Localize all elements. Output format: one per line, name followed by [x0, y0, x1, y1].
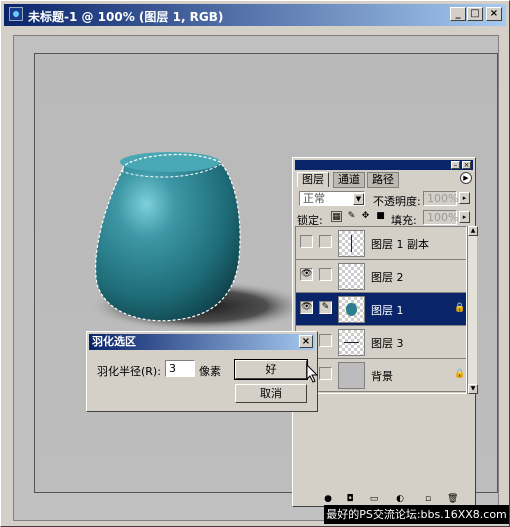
link-toggle[interactable]	[319, 367, 332, 380]
tab-paths[interactable]: 路径	[367, 172, 399, 188]
blend-mode-value: 正常	[303, 192, 325, 205]
cancel-button[interactable]: 取消	[235, 384, 307, 403]
tab-layers[interactable]: 图层	[297, 172, 329, 187]
dialog-titlebar[interactable]: 羽化选区 ×	[89, 334, 315, 350]
adjustment-layer-icon[interactable]: ◐	[395, 494, 405, 504]
layer-name: 图层 1	[371, 304, 404, 317]
lock-icon: 🔒	[454, 369, 466, 379]
dialog-title: 羽化选区	[92, 335, 136, 348]
link-toggle[interactable]	[319, 268, 332, 281]
opacity-label: 不透明度:	[373, 195, 421, 208]
close-button[interactable]: ×	[486, 7, 502, 21]
layer-row-background[interactable]: 背景 🔒	[296, 359, 466, 392]
forum-watermark: 最好的PS交流论坛:bbs.16XX8.com	[324, 505, 509, 524]
layer-row-layer1-copy[interactable]: 图层 1 副本	[296, 227, 466, 260]
document-title: 未标题-1 @ 100% (图层 1, RGB)	[28, 10, 224, 24]
ok-button[interactable]: 好	[234, 359, 308, 380]
layer-row-layer3[interactable]: 图层 3	[296, 326, 466, 359]
layer-name: 图层 1 副本	[371, 238, 429, 251]
lock-move-icon[interactable]: ✥	[360, 211, 371, 222]
layer-row-layer2[interactable]: 👁 图层 2	[296, 260, 466, 293]
dialog-close-button[interactable]: ×	[299, 335, 313, 348]
layer-thumbnail	[338, 263, 365, 290]
link-toggle[interactable]	[319, 334, 332, 347]
lock-all-icon[interactable]: ■	[375, 211, 386, 222]
maximize-button[interactable]: □	[467, 7, 483, 21]
brush-icon[interactable]: ✎	[319, 301, 332, 314]
fill-input[interactable]: 100%	[423, 210, 458, 225]
layer-list-scrollbar[interactable]: ▲ ▼	[467, 226, 478, 394]
scroll-up-icon[interactable]: ▲	[468, 226, 478, 236]
photoshop-document-icon	[9, 7, 23, 21]
minimize-button[interactable]: _	[450, 7, 466, 21]
panel-menu-arrow-icon[interactable]: ▶	[460, 172, 472, 184]
lock-brush-icon[interactable]: ✎	[346, 211, 357, 222]
layers-panel-footer: ● ◘ ▭ ◐ ▫ 🗑	[295, 492, 475, 506]
trash-icon[interactable]: 🗑	[447, 494, 458, 504]
feather-selection-dialog: 羽化选区 × 羽化半径(R): 3 像素 好 取消	[86, 331, 319, 412]
layers-panel: – × 图层 通道 路径 ▶ 正常 ▼ 不透明度: 100% ▸ 锁定: ▦ ✎…	[292, 157, 478, 507]
new-set-icon[interactable]: ▭	[369, 494, 379, 504]
panel-minimize-button[interactable]: –	[451, 161, 460, 169]
layer-row-layer1[interactable]: 👁 ✎ 图层 1 🔒	[296, 293, 466, 326]
layer-thumbnail	[338, 230, 365, 257]
layers-panel-titlebar[interactable]: – ×	[295, 160, 473, 170]
mouse-cursor-icon	[306, 364, 319, 383]
layer-thumbnail	[338, 362, 365, 389]
layer-mask-icon[interactable]: ◘	[345, 494, 355, 504]
visibility-toggle[interactable]	[300, 235, 313, 248]
layer-name: 图层 2	[371, 271, 404, 284]
unit-label: 像素	[199, 365, 221, 378]
panel-close-button[interactable]: ×	[462, 161, 471, 169]
layer-thumbnail	[338, 296, 365, 323]
document-titlebar[interactable]: 未标题-1 @ 100% (图层 1, RGB) _ □ ×	[4, 4, 506, 26]
opacity-input[interactable]: 100%	[423, 191, 458, 206]
lock-transparent-icon[interactable]: ▦	[331, 211, 342, 222]
opacity-slider-arrow-icon[interactable]: ▸	[459, 192, 470, 204]
layer-thumbnail	[338, 329, 365, 356]
eye-icon[interactable]: 👁	[300, 268, 313, 281]
layer-style-icon[interactable]: ●	[323, 494, 333, 504]
blend-mode-dropdown-icon[interactable]: ▼	[353, 193, 364, 205]
layer-name: 背景	[371, 370, 393, 383]
vase-body	[95, 154, 241, 321]
new-layer-icon[interactable]: ▫	[423, 494, 433, 504]
scroll-down-icon[interactable]: ▼	[468, 384, 478, 394]
feather-radius-input[interactable]: 3	[165, 360, 195, 377]
tab-channels[interactable]: 通道	[333, 172, 365, 188]
eye-icon[interactable]: 👁	[300, 301, 313, 314]
lock-icon: 🔒	[454, 303, 466, 313]
fill-slider-arrow-icon[interactable]: ▸	[459, 211, 470, 223]
link-toggle[interactable]	[319, 235, 332, 248]
layer-name: 图层 3	[371, 337, 404, 350]
document-window: 未标题-1 @ 100% (图层 1, RGB) _ □ × – × 图层 通道…	[0, 0, 510, 527]
layer-list: 图层 1 副本 👁 图层 2 👁 ✎ 图层 1 🔒 图层 3 背景 🔒	[295, 226, 467, 394]
feather-radius-label: 羽化半径(R):	[97, 365, 161, 378]
